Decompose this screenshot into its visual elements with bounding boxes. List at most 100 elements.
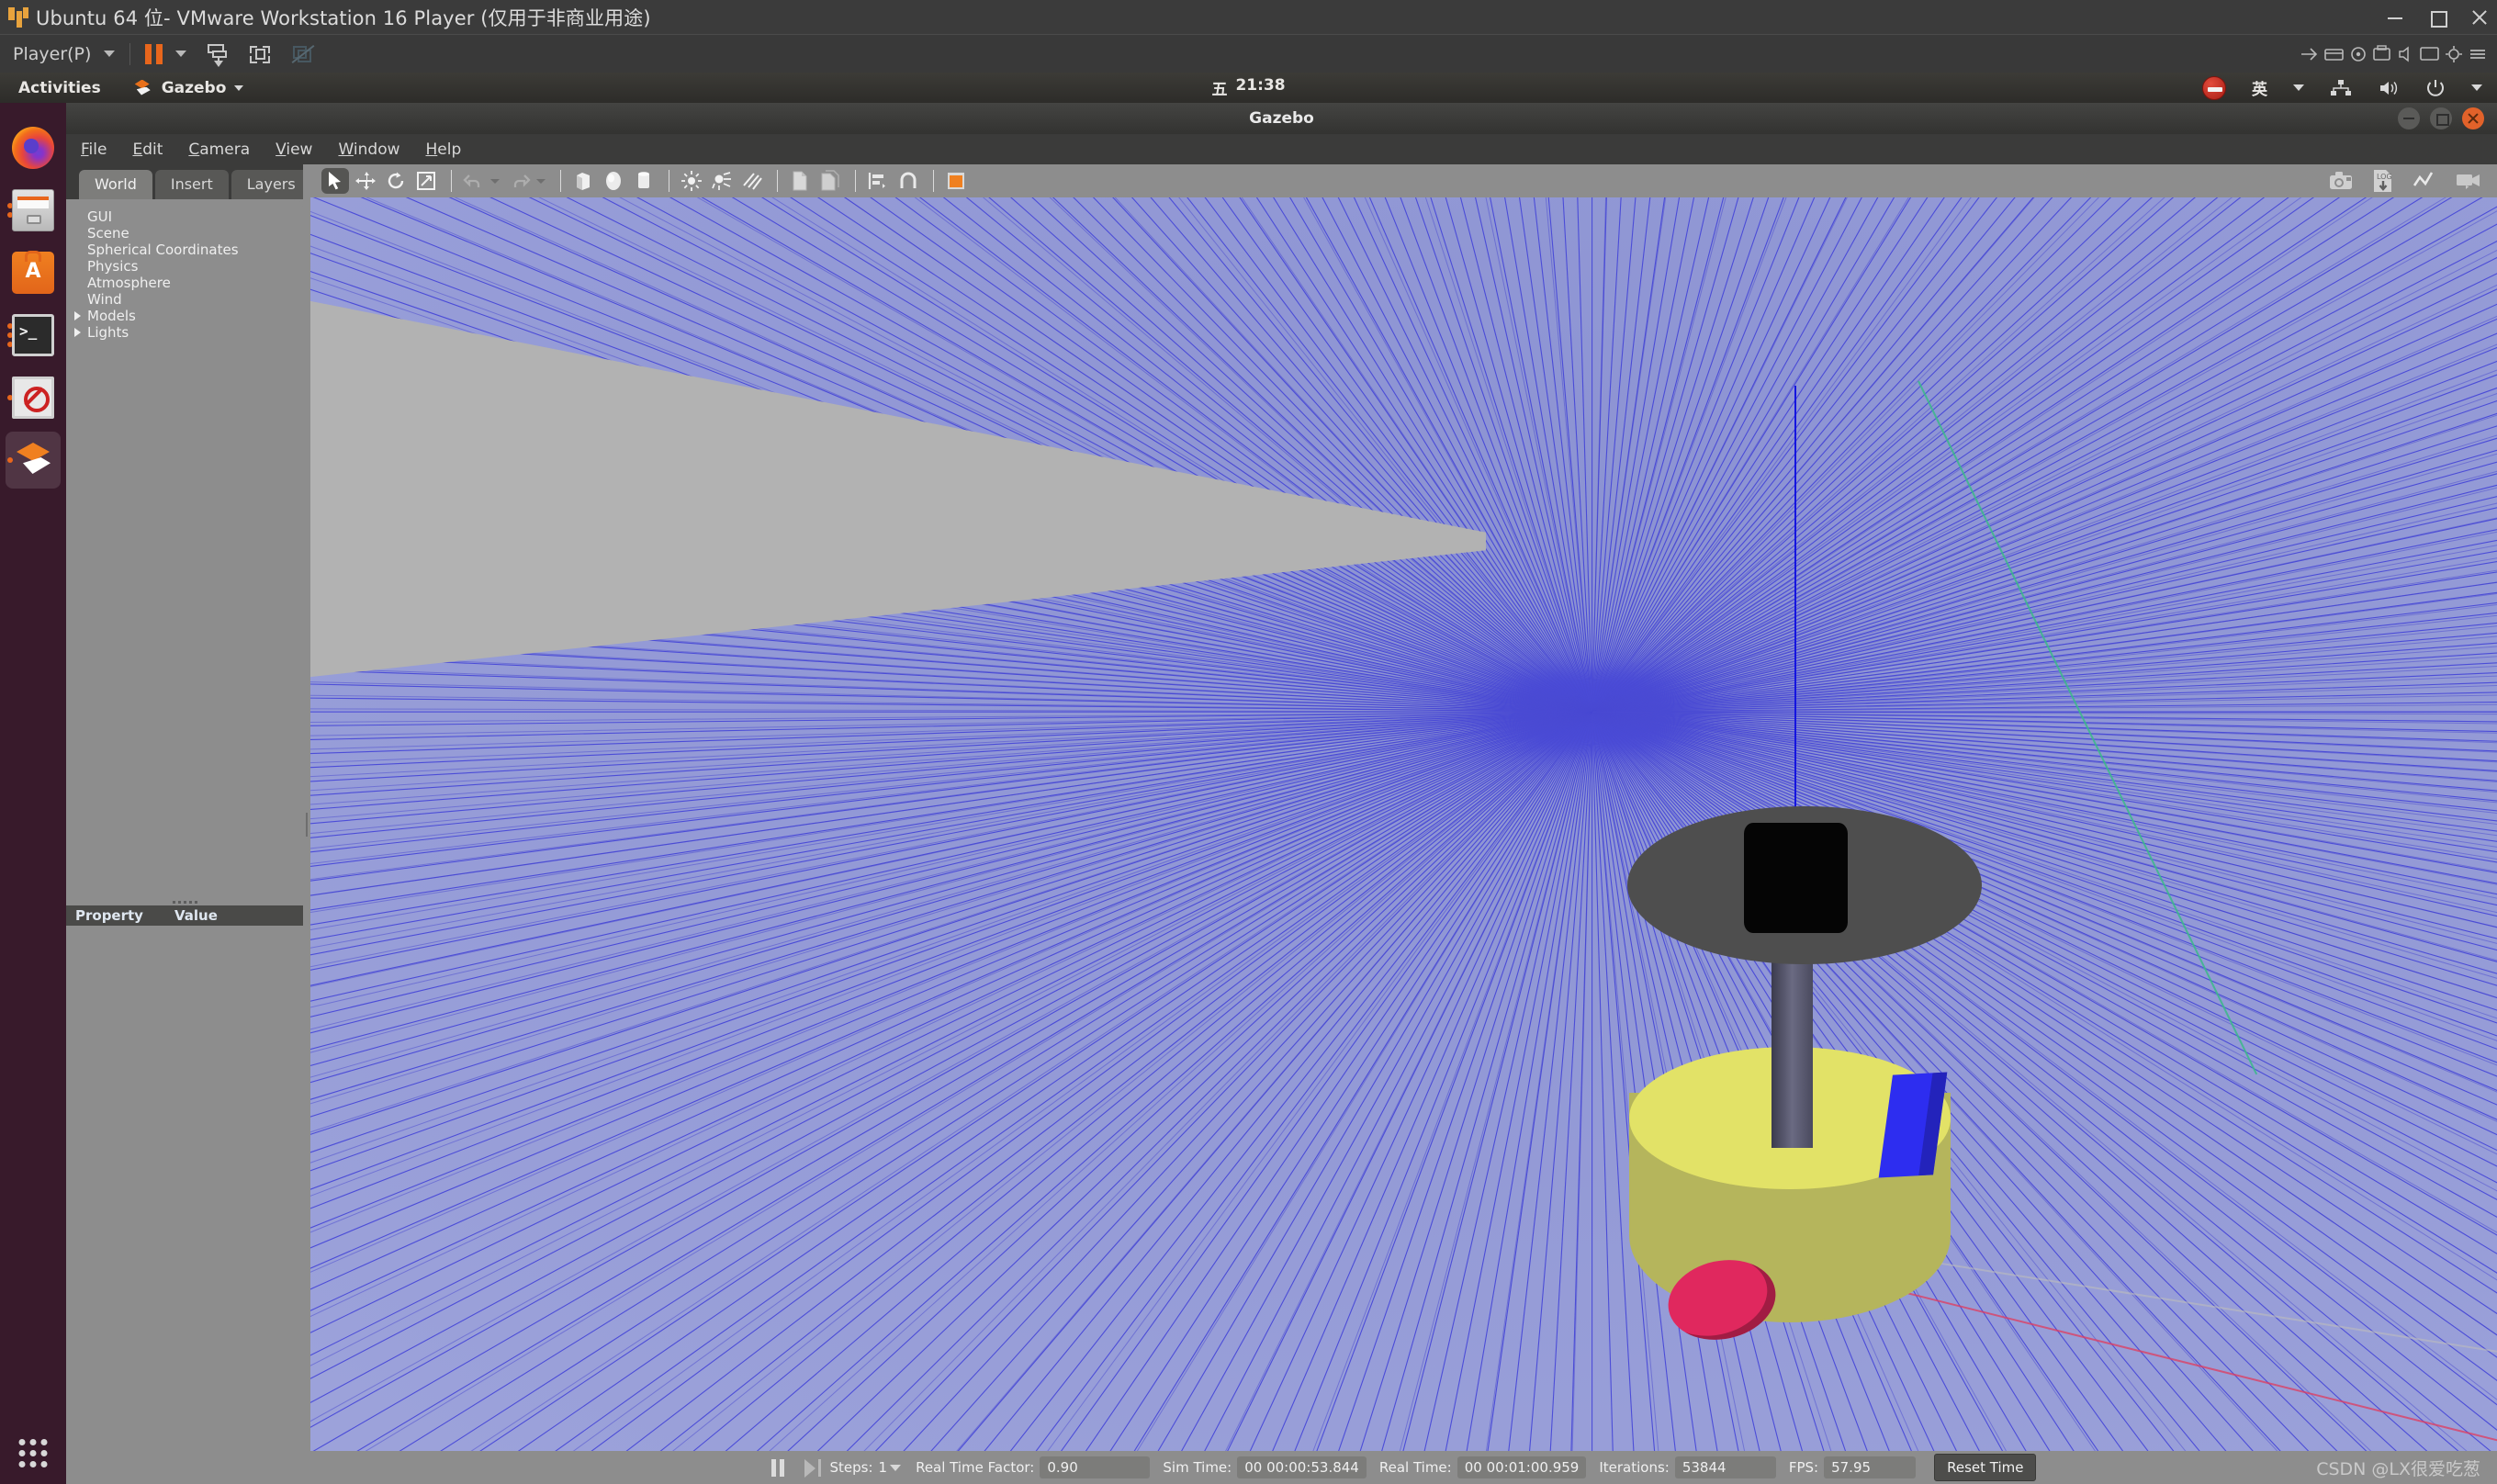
printer-icon[interactable]: [2370, 43, 2394, 65]
send-ctrl-alt-del-icon[interactable]: [205, 42, 231, 67]
network-icon[interactable]: [2299, 43, 2323, 65]
insert-box-icon[interactable]: [569, 168, 597, 194]
dock-item-files[interactable]: [6, 182, 61, 239]
point-light-icon[interactable]: [678, 168, 705, 194]
tree-item-scene[interactable]: Scene: [66, 225, 303, 242]
close-icon[interactable]: [2471, 9, 2488, 26]
tree-item-label: GUI: [87, 208, 113, 225]
menu-camera[interactable]: Camera: [188, 141, 250, 159]
vmware-player-menu-button[interactable]: Player(P): [13, 44, 116, 64]
spot-light-icon[interactable]: [708, 168, 736, 194]
fullscreen-icon[interactable]: [247, 42, 273, 66]
tree-item-physics[interactable]: Physics: [66, 258, 303, 275]
reset-time-button[interactable]: Reset Time: [1934, 1454, 2037, 1481]
panel-splitter[interactable]: [303, 164, 310, 1484]
pause-icon[interactable]: [770, 1458, 784, 1477]
clock-button[interactable]: 五 21:38: [1211, 76, 1285, 99]
svg-text:LOG: LOG: [2377, 173, 2392, 181]
directional-light-icon[interactable]: [738, 168, 766, 194]
redo-icon[interactable]: [506, 168, 534, 194]
power-icon[interactable]: [2425, 78, 2446, 98]
steps-value[interactable]: 1: [879, 1459, 888, 1476]
property-panel-resize-handle[interactable]: [66, 899, 303, 905]
gazebo-icon: [12, 439, 54, 481]
tree-item-atmosphere[interactable]: Atmosphere: [66, 275, 303, 291]
dock-item-gazebo[interactable]: [6, 432, 61, 489]
unity-mode-icon[interactable]: [289, 42, 315, 66]
menu-icon[interactable]: [2466, 43, 2490, 65]
system-tray: 英: [2202, 75, 2482, 100]
tree-item-spherical-coordinates[interactable]: Spherical Coordinates: [66, 242, 303, 258]
tree-item-gui[interactable]: GUI: [66, 208, 303, 225]
minimize-icon[interactable]: [2398, 107, 2420, 129]
volume-icon[interactable]: [2378, 79, 2400, 97]
menu-view[interactable]: View: [276, 141, 312, 159]
chevron-down-icon[interactable]: [2471, 84, 2482, 91]
maximize-icon[interactable]: [2429, 9, 2447, 28]
activities-button[interactable]: Activities: [18, 79, 101, 97]
pause-icon[interactable]: [145, 43, 163, 64]
undo-history-caret-icon[interactable]: [490, 178, 500, 184]
chevron-down-icon[interactable]: [890, 1464, 902, 1471]
align-icon[interactable]: [864, 168, 892, 194]
insert-cylinder-icon[interactable]: [630, 168, 658, 194]
pause-dropdown-caret-icon[interactable]: [175, 51, 187, 57]
block-icon[interactable]: [2202, 75, 2226, 100]
input-method-label[interactable]: 英: [2252, 76, 2267, 99]
tab-layers[interactable]: Layers: [231, 170, 311, 199]
active-app-menu[interactable]: Gazebo: [133, 79, 244, 97]
files-icon: [12, 189, 54, 231]
video-record-icon[interactable]: [2455, 170, 2484, 192]
tree-item-lights[interactable]: Lights: [66, 324, 303, 341]
insert-sphere-icon[interactable]: [600, 168, 627, 194]
step-forward-icon[interactable]: [804, 1458, 821, 1478]
toolbar-divider: [777, 170, 778, 192]
dock-item-ubuntu-software[interactable]: A: [6, 244, 61, 301]
real-time-value: 00 00:01:00.959: [1457, 1456, 1587, 1478]
dock-item-terminal[interactable]: [6, 307, 61, 364]
settings-icon[interactable]: [2442, 43, 2466, 65]
tree-item-label: Atmosphere: [87, 275, 171, 291]
dock-item-remmina[interactable]: [6, 369, 61, 426]
tab-insert[interactable]: Insert: [154, 170, 229, 199]
chevron-down-icon[interactable]: [2293, 84, 2304, 91]
display-icon[interactable]: [2418, 43, 2442, 65]
usb-icon[interactable]: [2346, 43, 2370, 65]
snap-icon[interactable]: [894, 168, 922, 194]
tree-item-wind[interactable]: Wind: [66, 291, 303, 308]
plot-icon[interactable]: [2413, 170, 2440, 192]
gazebo-titlebar: Gazebo: [66, 103, 2497, 134]
sound-icon[interactable]: [2394, 43, 2418, 65]
chevron-right-icon[interactable]: [74, 328, 85, 337]
gazebo-body: World Insert Layers GUI Scene Spherical …: [66, 164, 2497, 1484]
minimize-icon[interactable]: [2387, 9, 2403, 26]
scale-mode-icon[interactable]: [412, 168, 440, 194]
menu-help[interactable]: Help: [426, 141, 462, 159]
menu-window[interactable]: Window: [338, 141, 399, 159]
tab-world[interactable]: World: [79, 170, 152, 199]
redo-history-caret-icon[interactable]: [536, 178, 546, 184]
show-applications-icon[interactable]: [18, 1439, 48, 1467]
undo-icon[interactable]: [460, 168, 488, 194]
screenshot-icon[interactable]: [2328, 169, 2356, 193]
removable-devices-icon[interactable]: [2323, 43, 2346, 65]
vmware-window-title: Ubuntu 64 位- VMware Workstation 16 Playe…: [36, 6, 651, 29]
tree-item-models[interactable]: Models: [66, 308, 303, 324]
network-icon[interactable]: [2330, 79, 2352, 97]
gazebo-3d-viewport[interactable]: [310, 197, 2497, 1451]
fps-value: 57.95: [1824, 1456, 1917, 1478]
menu-edit[interactable]: Edit: [132, 141, 163, 159]
menu-file[interactable]: File: [81, 141, 107, 159]
log-record-icon[interactable]: LOG: [2370, 168, 2398, 194]
maximize-icon[interactable]: [2430, 107, 2452, 129]
copy-icon[interactable]: [786, 168, 814, 194]
paste-icon[interactable]: [816, 168, 844, 194]
close-icon[interactable]: [2462, 107, 2484, 129]
rotate-mode-icon[interactable]: [382, 168, 410, 194]
chevron-right-icon[interactable]: [74, 311, 85, 320]
selection-mode-icon[interactable]: [321, 168, 349, 194]
translate-mode-icon[interactable]: [352, 168, 379, 194]
view-angle-icon[interactable]: [942, 168, 970, 194]
dock-item-firefox[interactable]: [6, 119, 61, 176]
chevron-down-icon: [104, 51, 116, 57]
